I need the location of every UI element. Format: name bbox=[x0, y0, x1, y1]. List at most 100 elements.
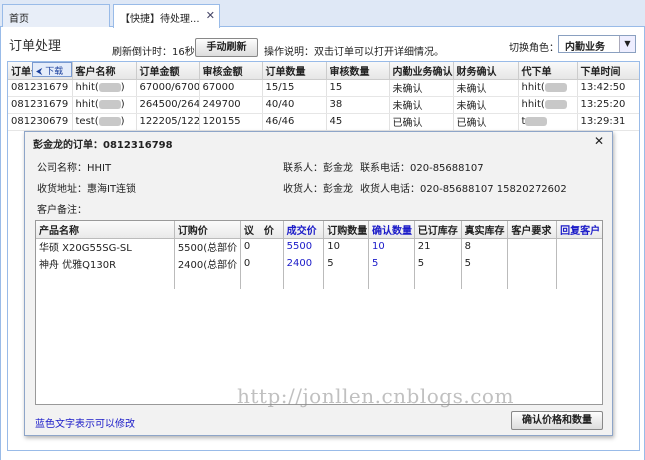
cell-customer: hhit() bbox=[72, 79, 137, 97]
cell-order-time: 13:42:50 bbox=[577, 79, 639, 97]
cell-confirm-qty[interactable]: 5 bbox=[368, 255, 415, 272]
editable-hint: 蓝色文字表示可以修改 bbox=[35, 419, 135, 430]
confirm-price-qty-button[interactable]: 确认价格和数量 bbox=[511, 411, 603, 430]
cell-negotiate: 0 bbox=[240, 238, 284, 255]
contact-person: 联系人：彭金龙 bbox=[283, 163, 353, 174]
contact-phone: 联系电话：020-85688107 bbox=[360, 163, 484, 174]
cell-audit-amount: 120155 bbox=[199, 113, 263, 131]
watermark: http://jonllen.cnblogs.com bbox=[237, 384, 514, 408]
receiver-phone: 收货人电话：020-85688107 15820272602 bbox=[360, 184, 567, 195]
cell-finance-confirm: 未确认 bbox=[453, 79, 519, 97]
cell-staff-confirm: 未确认 bbox=[389, 96, 454, 114]
cell-proxy-order: hhit( bbox=[518, 96, 578, 114]
role-label: 切换角色： bbox=[509, 43, 559, 54]
tab-bar: 首页 【快捷】待处理... ✕ bbox=[0, 0, 645, 28]
tab-pending[interactable]: 【快捷】待处理... ✕ bbox=[113, 4, 220, 28]
col-product: 产品名称 bbox=[36, 221, 175, 239]
help-text: 操作说明：双击订单可以打开详细情况。 bbox=[264, 47, 444, 58]
cell-audit-amount: 67000 bbox=[199, 79, 263, 97]
cell-reply-customer[interactable] bbox=[556, 255, 602, 272]
col-confirm-qty: 确认数量 bbox=[368, 221, 415, 239]
order-items-grid: 产品名称 订购价 议 价 成交价 订购数量 确认数量 已订库存 真实库存 客户要… bbox=[35, 220, 603, 405]
col-customer[interactable]: 客户名称 bbox=[72, 62, 137, 80]
chevron-down-icon[interactable]: ▼ bbox=[619, 36, 635, 52]
col-audit-qty[interactable]: 审核数量 bbox=[326, 62, 390, 80]
table-row[interactable]: 081231679 hhit() 264500/264 249700 40/40… bbox=[8, 96, 639, 114]
cell-customer: hhit() bbox=[72, 96, 137, 114]
tab-home-label: 首页 bbox=[9, 14, 29, 25]
cell-order-qty: 15/15 bbox=[262, 79, 327, 97]
col-negotiate: 议 价 bbox=[240, 221, 284, 239]
cell-audit-amount: 249700 bbox=[199, 96, 263, 114]
table-row[interactable]: 081231679 hhit() 67000/6700 67000 15/15 … bbox=[8, 79, 639, 97]
cell-staff-confirm: 未确认 bbox=[389, 79, 454, 97]
page-title: 订单处理 bbox=[9, 39, 62, 54]
col-real-stock: 真实库存 bbox=[461, 221, 509, 239]
grid-header: 订单号 客户名称 订单金额 审核金额 订单数量 审核数量 内勤业务确认 财务确认… bbox=[8, 62, 639, 80]
cell-order-amount: 122205/122 bbox=[136, 113, 200, 131]
manual-refresh-button[interactable]: 手动刷新 bbox=[195, 38, 258, 57]
tab-home[interactable]: 首页 bbox=[2, 4, 110, 27]
close-icon[interactable]: ✕ bbox=[594, 134, 604, 148]
cell-deal-price[interactable]: 2400 bbox=[283, 255, 325, 272]
shipping-address: 收货地址：惠海IT连锁 bbox=[37, 184, 137, 195]
cell-negotiate: 0 bbox=[240, 255, 284, 272]
col-reply-customer: 回复客户 bbox=[556, 221, 602, 239]
col-audit-amount[interactable]: 审核金额 bbox=[199, 62, 263, 80]
col-order-amount[interactable]: 订单金额 bbox=[136, 62, 200, 80]
close-icon[interactable]: ✕ bbox=[206, 9, 215, 22]
cell-order-amount: 264500/264 bbox=[136, 96, 200, 114]
cell-order-qty: 10 bbox=[323, 238, 370, 255]
cell-order-no: 081231679 bbox=[8, 79, 73, 97]
cell-audit-qty: 45 bbox=[326, 113, 390, 131]
cell-booked-stock: 21 bbox=[414, 238, 462, 255]
cell-reply-customer[interactable] bbox=[556, 238, 602, 255]
table-row[interactable]: 081230679 test() 122205/122 120155 46/46… bbox=[8, 113, 639, 131]
cell-deal-price[interactable]: 5500 bbox=[283, 238, 325, 255]
cell-order-amount: 67000/6700 bbox=[136, 79, 200, 97]
download-badge[interactable]: ⮜ 下载 bbox=[32, 62, 72, 77]
role-select[interactable]: 内勤业务 ▼ bbox=[558, 35, 636, 53]
download-icon: ⮜ bbox=[36, 67, 43, 77]
col-finance-confirm[interactable]: 财务确认 bbox=[453, 62, 519, 80]
cell-order-time: 13:25:20 bbox=[577, 96, 639, 114]
company-name: 公司名称：HHIT bbox=[37, 163, 112, 174]
cell-finance-confirm: 已确认 bbox=[453, 113, 519, 131]
tab-pending-label: 【快捷】待处理... bbox=[120, 14, 200, 25]
cell-staff-confirm: 已确认 bbox=[389, 113, 454, 131]
cell-product: 华硕 X20G55SG-SL bbox=[36, 238, 175, 255]
empty-filler bbox=[36, 272, 602, 289]
cell-customer-req bbox=[507, 255, 558, 272]
cell-product: 神舟 优雅Q130R bbox=[36, 255, 175, 272]
cell-audit-qty: 38 bbox=[326, 96, 390, 114]
cell-order-qty: 5 bbox=[323, 255, 370, 272]
download-label: 下载 bbox=[45, 67, 64, 77]
cell-order-price: 2400(总部价 bbox=[174, 255, 241, 272]
col-order-qty: 订购数量 bbox=[323, 221, 370, 239]
items-header: 产品名称 订购价 议 价 成交价 订购数量 确认数量 已订库存 真实库存 客户要… bbox=[36, 221, 602, 239]
dialog-title: 彭金龙的订单：0812316798 bbox=[33, 140, 173, 151]
col-customer-req: 客户要求 bbox=[507, 221, 558, 239]
cell-audit-qty: 15 bbox=[326, 79, 390, 97]
col-order-qty[interactable]: 订单数量 bbox=[262, 62, 327, 80]
cell-order-qty: 46/46 bbox=[262, 113, 327, 131]
col-proxy-order[interactable]: 代下单 bbox=[518, 62, 578, 80]
refresh-countdown: 刷新倒计时：16秒 bbox=[112, 47, 195, 58]
col-deal-price: 成交价 bbox=[283, 221, 325, 239]
list-item[interactable]: 神舟 优雅Q130R 2400(总部价 0 2400 5 5 5 5 bbox=[36, 255, 602, 272]
customer-remark: 客户备注： bbox=[37, 205, 87, 216]
col-order-price: 订购价 bbox=[174, 221, 241, 239]
col-order-time[interactable]: 下单时间 bbox=[577, 62, 639, 80]
cell-customer: test() bbox=[72, 113, 137, 131]
col-staff-confirm[interactable]: 内勤业务确认 bbox=[389, 62, 454, 80]
cell-order-no: 081231679 bbox=[8, 96, 73, 114]
cell-order-price: 5500(总部价 bbox=[174, 238, 241, 255]
role-value: 内勤业务 bbox=[565, 42, 605, 53]
cell-real-stock: 8 bbox=[461, 238, 509, 255]
cell-confirm-qty[interactable]: 10 bbox=[368, 238, 415, 255]
cell-order-time: 13:29:31 bbox=[577, 113, 639, 131]
list-item[interactable]: 华硕 X20G55SG-SL 5500(总部价 0 5500 10 10 21 … bbox=[36, 238, 602, 255]
col-booked-stock: 已订库存 bbox=[414, 221, 462, 239]
cell-proxy-order: t bbox=[518, 113, 578, 131]
cell-finance-confirm: 未确认 bbox=[453, 96, 519, 114]
